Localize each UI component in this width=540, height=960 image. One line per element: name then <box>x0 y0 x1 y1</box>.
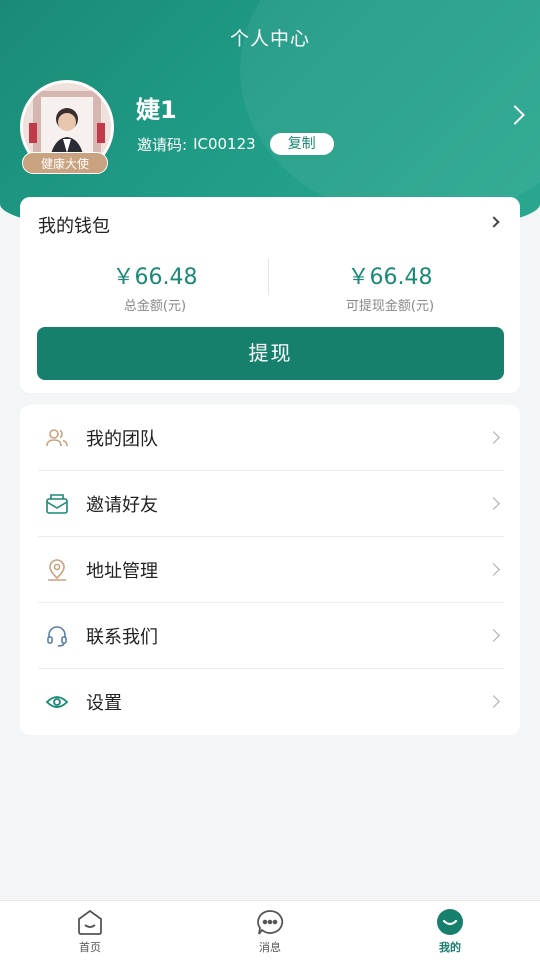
menu-item-settings[interactable]: 设置 <box>38 669 504 735</box>
team-icon <box>44 425 70 451</box>
username: 婕1 <box>136 96 177 124</box>
chevron-right-icon <box>487 431 500 444</box>
invite-label: 邀请码: <box>137 135 188 154</box>
invite-code: IC00123 <box>193 135 256 153</box>
tab-label: 消息 <box>259 941 281 954</box>
total-amount: ￥66.48 <box>112 265 198 290</box>
withdraw-button[interactable]: 提现 <box>37 327 504 380</box>
tab-home[interactable]: 首页 <box>0 901 180 960</box>
headset-icon <box>44 623 70 649</box>
copy-button[interactable]: 复制 <box>269 133 334 155</box>
home-icon <box>0 907 180 937</box>
badge-ambassador: 健康大使 <box>22 152 108 174</box>
tab-profile[interactable]: 我的 <box>360 901 540 960</box>
page-title: 个人中心 <box>229 28 310 50</box>
menu-item-my-team[interactable]: 我的团队 <box>38 405 504 471</box>
bottom-tab-bar: 首页 消息 我的 <box>0 900 540 960</box>
wallet-divider <box>268 259 269 295</box>
wallet-card: 我的钱包 ￥66.48 总金额(元) ￥66.48 可提现金额(元) 提现 <box>20 197 520 393</box>
menu-item-invite-friends[interactable]: 邀请好友 <box>38 471 504 537</box>
eye-icon <box>44 689 70 715</box>
withdrawable-amount-block: ￥66.48 可提现金额(元) <box>275 259 505 314</box>
withdrawable-amount: ￥66.48 <box>347 265 433 290</box>
profile-icon <box>360 907 540 937</box>
chevron-right-icon <box>487 695 500 708</box>
location-icon <box>44 557 70 583</box>
menu-item-address[interactable]: 地址管理 <box>38 537 504 603</box>
withdrawable-amount-label: 可提现金额(元) <box>345 299 435 314</box>
avatar-container[interactable]: 健康大使 <box>20 80 116 176</box>
tab-label: 我的 <box>439 941 461 954</box>
menu-item-label: 联系我们 <box>86 626 158 648</box>
menu-item-contact[interactable]: 联系我们 <box>38 603 504 669</box>
wallet-title[interactable]: 我的钱包 <box>38 212 110 238</box>
menu-item-label: 地址管理 <box>86 560 158 582</box>
menu-item-label: 邀请好友 <box>86 494 158 516</box>
message-icon <box>180 907 360 937</box>
total-amount-block: ￥66.48 总金额(元) <box>40 259 270 314</box>
menu-list: 我的团队 邀请好友 地址管理 联系我们 设置 <box>20 405 520 735</box>
chevron-right-icon <box>487 629 500 642</box>
menu-item-label: 我的团队 <box>86 428 158 450</box>
total-amount-label: 总金额(元) <box>123 299 187 314</box>
chevron-right-icon <box>487 563 500 576</box>
invite-row: 邀请码: IC00123 复制 <box>137 133 334 155</box>
tab-label: 首页 <box>79 941 101 954</box>
chevron-right-icon <box>487 497 500 510</box>
menu-item-label: 设置 <box>86 693 122 714</box>
tab-messages[interactable]: 消息 <box>180 901 360 960</box>
invite-icon <box>44 491 70 517</box>
wallet-chevron-right-icon[interactable] <box>488 216 500 228</box>
